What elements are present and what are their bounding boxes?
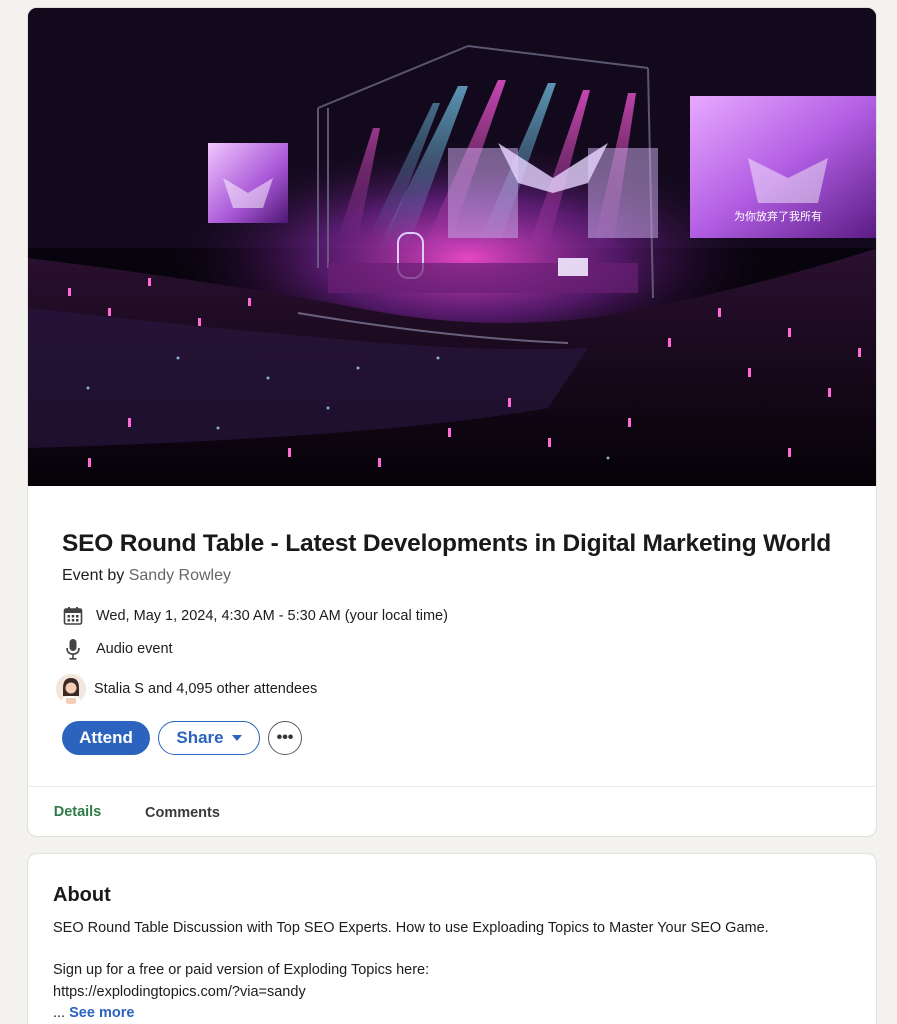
event-banner-image: 为你放弃了我所有 [28, 8, 876, 486]
more-options-button[interactable]: ••• [268, 721, 302, 755]
share-button-label: Share [176, 728, 224, 747]
organizer-name-link[interactable]: Sandy Rowley [129, 567, 231, 584]
attend-button[interactable]: Attend [62, 721, 150, 755]
event-card: 为你放弃了我所有 SEO Round Table - Latest Develo… [27, 7, 877, 837]
caret-down-icon [231, 735, 242, 741]
avatar [56, 674, 86, 704]
tab-details[interactable]: Details [44, 787, 111, 836]
attendees-summary: Stalia S and 4,095 other attendees [94, 681, 318, 697]
about-card: About SEO Round Table Discussion with To… [27, 853, 877, 1024]
more-icon: ••• [276, 729, 294, 746]
about-description: SEO Round Table Discussion with Top SEO … [53, 920, 769, 936]
organizer-line: Event by Sandy Rowley [62, 567, 856, 585]
about-link[interactable]: https://explodingtopics.com/?via=sandy [53, 982, 306, 1002]
ellipsis: ... [53, 1005, 66, 1021]
event-info: SEO Round Table - Latest Developments in… [56, 530, 856, 755]
event-datetime: Wed, May 1, 2024, 4:30 AM - 5:30 AM (you… [96, 608, 448, 624]
tab-comments[interactable]: Comments [145, 787, 220, 836]
event-title: SEO Round Table - Latest Developments in… [62, 530, 832, 557]
event-type-row: Audio event [62, 638, 173, 660]
calendar-icon [62, 605, 84, 627]
about-title: About [53, 884, 111, 906]
event-type: Audio event [96, 641, 173, 657]
event-tabs: Details Comments [28, 786, 876, 836]
organizer-prefix: Event by [62, 567, 125, 584]
event-datetime-row: Wed, May 1, 2024, 4:30 AM - 5:30 AM (you… [62, 605, 448, 627]
attendees-row[interactable]: Stalia S and 4,095 other attendees [56, 674, 317, 704]
microphone-icon [62, 638, 84, 660]
see-more-link[interactable]: See more [69, 1005, 134, 1021]
share-button[interactable]: Share [158, 721, 260, 755]
see-more-row: ... See more [53, 1003, 134, 1023]
about-signup-line: Sign up for a free or paid version of Ex… [53, 962, 430, 978]
banner-screen-caption: 为你放弃了我所有 [734, 209, 822, 223]
